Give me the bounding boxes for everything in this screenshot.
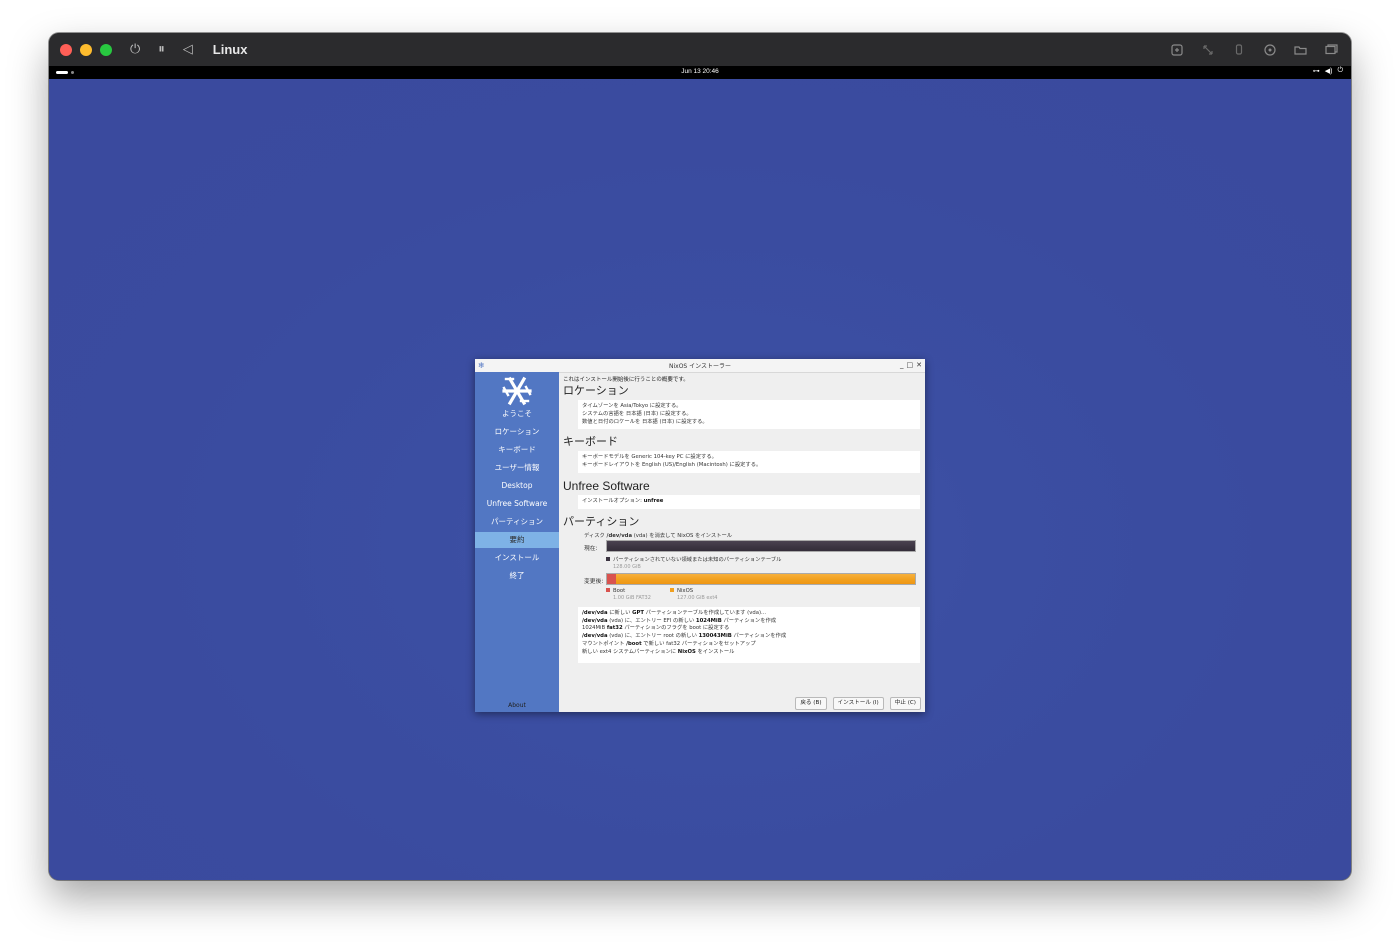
current-legend: パーティションされていない領域または未知のパーティションテーブル 128.00 … (606, 554, 920, 572)
operation-line: /dev/vda に新しい GPT パーティションテーブルを作成しています (v… (582, 609, 767, 616)
installer-titlebar[interactable]: ❄ NixOS インストーラー _ □ ✕ (475, 359, 925, 373)
disk-description: ディスク /dev/vda (vda) を消去して NixOS をインストール (584, 531, 920, 539)
unpartitioned-swatch (606, 557, 610, 562)
operation-line: マウントポイント /boot で新しい fat32 パーティションをセットアップ (582, 640, 756, 647)
system-tray[interactable]: ⊶ ◀) ⏻ (1313, 67, 1343, 75)
volume-icon: ◀) (1324, 68, 1333, 75)
operation-line: 新しい ext4 システムパーティションに NixOS をインストール (582, 648, 735, 655)
nixos-legend-detail: 127.00 GiB ext4 (677, 594, 718, 601)
keyboard-line: キーボードレイアウトを English (US)/English (Macint… (582, 462, 762, 469)
cancel-button[interactable]: 中止 (C) (889, 697, 921, 710)
keyboard-summary: キーボードモデルを Generic 104-key PC に設定する。 キーボー… (578, 451, 920, 473)
after-legend: Boot 1.00 GiB FAT32 NixOS 127.00 GiB ext… (606, 587, 920, 605)
folder-icon[interactable] (1293, 42, 1308, 57)
vm-window: ⏻ ⏸ ◁ Linux Jun 13 20:46 ⊶ ◀) ⏻ ❄ NixOS … (49, 33, 1351, 880)
nixos-legend-label: NixOS (677, 587, 694, 594)
about-link[interactable]: About (475, 702, 559, 709)
disk-device: /dev/vda (606, 532, 633, 539)
close-window-button[interactable] (60, 43, 72, 56)
unfree-label: インストールオプション: (582, 497, 644, 504)
operation-line: 1024MiB fat32 パーティションのフラグを boot に設定する (582, 625, 730, 632)
window-controls (60, 43, 112, 56)
sidebar-item-unfree[interactable]: Unfree Software (475, 496, 559, 512)
after-label: 変更後: (584, 578, 604, 585)
sidebar-item-install[interactable]: インストール (475, 550, 559, 566)
maximize-icon[interactable]: □ (907, 360, 914, 370)
disk-icon[interactable] (1262, 42, 1277, 57)
minimize-icon[interactable]: _ (900, 360, 904, 370)
current-label: 現在: (584, 545, 598, 552)
pause-icon[interactable]: ⏸ (158, 42, 165, 57)
location-line: システムの言語を 日本語 (日本) に設定する。 (582, 410, 692, 417)
clock[interactable]: Jun 13 20:46 (49, 68, 1351, 75)
sidebar-item-desktop[interactable]: Desktop (475, 478, 559, 494)
screenshot-icon[interactable] (1169, 42, 1184, 57)
installer-window: ❄ NixOS インストーラー _ □ ✕ ようこそ ロケーション キーボード … (475, 359, 925, 712)
installer-sidebar: ようこそ ロケーション キーボード ユーザー情報 Desktop Unfree … (475, 372, 559, 712)
boot-partition-segment (607, 573, 617, 584)
back-icon[interactable]: ◁ (183, 42, 193, 57)
sidebar-item-partition[interactable]: パーティション (475, 514, 559, 530)
boot-legend-label: Boot (613, 587, 626, 594)
installer-buttons: 戻る (B) インストール (I) 中止 (C) (795, 697, 921, 710)
location-line: 数値と日付のロケールを 日本語 (日本) に設定する。 (582, 418, 708, 425)
window-icon[interactable] (1324, 42, 1339, 57)
network-icon: ⊶ (1312, 68, 1320, 75)
partition-operations: /dev/vda に新しい GPT パーティションテーブルを作成しています (v… (578, 606, 920, 663)
power-icon: ⏻ (1337, 67, 1343, 74)
power-icon[interactable]: ⏻ (130, 42, 140, 57)
disk-prefix: ディスク (584, 532, 607, 539)
keyboard-heading: キーボード (563, 435, 618, 449)
after-partition-row: 変更後: (563, 572, 920, 587)
install-button[interactable]: インストール (I) (832, 697, 884, 710)
back-button[interactable]: 戻る (B) (795, 697, 827, 710)
unfree-value: unfree (643, 497, 664, 504)
location-heading: ロケーション (563, 384, 629, 397)
vm-titlebar: ⏻ ⏸ ◁ Linux (49, 33, 1351, 66)
operation-line: /dev/vda (vda) に、エントリー root の新しい 130043M… (582, 633, 787, 640)
sidebar-item-location[interactable]: ロケーション (475, 424, 559, 440)
sidebar-item-finish[interactable]: 終了 (475, 568, 559, 584)
guest-topbar: Jun 13 20:46 ⊶ ◀) ⏻ (49, 66, 1351, 79)
current-partition-row: 現在: (563, 539, 920, 554)
boot-legend-detail: 1.00 GiB FAT32 (613, 594, 651, 601)
unfree-summary: インストールオプション: unfree (578, 494, 920, 509)
disk-suffix: (vda) を消去して NixOS をインストール (632, 532, 733, 539)
sidebar-item-keyboard[interactable]: キーボード (475, 442, 559, 458)
usb-icon[interactable] (1231, 42, 1246, 57)
partition-heading: パーティション (563, 514, 640, 528)
sidebar-item-summary[interactable]: 要約 (475, 532, 559, 548)
installer-title: NixOS インストーラー (668, 363, 732, 370)
nixos-logo-icon (502, 376, 532, 406)
boot-swatch (606, 588, 610, 593)
unfree-heading: Unfree Software (563, 478, 650, 493)
minimize-window-button[interactable] (80, 43, 92, 56)
close-icon[interactable]: ✕ (916, 360, 922, 370)
nixos-swatch (670, 588, 674, 593)
location-summary: タイムゾーンを Asia/Tokyo に設定する。 システムの言語を 日本語 (… (578, 400, 920, 430)
desktop: ❄ NixOS インストーラー _ □ ✕ ようこそ ロケーション キーボード … (49, 79, 1351, 880)
current-partition-bar (606, 539, 916, 552)
sidebar-item-users[interactable]: ユーザー情報 (475, 460, 559, 476)
summary-intro: これはインストール開始後に行うことの概要です。 (563, 377, 689, 383)
vm-title: Linux (212, 42, 248, 57)
sidebar-item-welcome[interactable]: ようこそ (475, 406, 559, 422)
current-legend-label: パーティションされていない領域または未知のパーティションテーブル (613, 556, 782, 563)
summary-content: これはインストール開始後に行うことの概要です。 ロケーション タイムゾーンを A… (559, 372, 925, 696)
resize-icon[interactable] (1200, 42, 1215, 57)
location-line: タイムゾーンを Asia/Tokyo に設定する。 (582, 403, 682, 409)
current-size: 128.00 GiB (613, 563, 641, 570)
zoom-window-button[interactable] (100, 43, 112, 56)
after-partition-bar (606, 572, 916, 585)
